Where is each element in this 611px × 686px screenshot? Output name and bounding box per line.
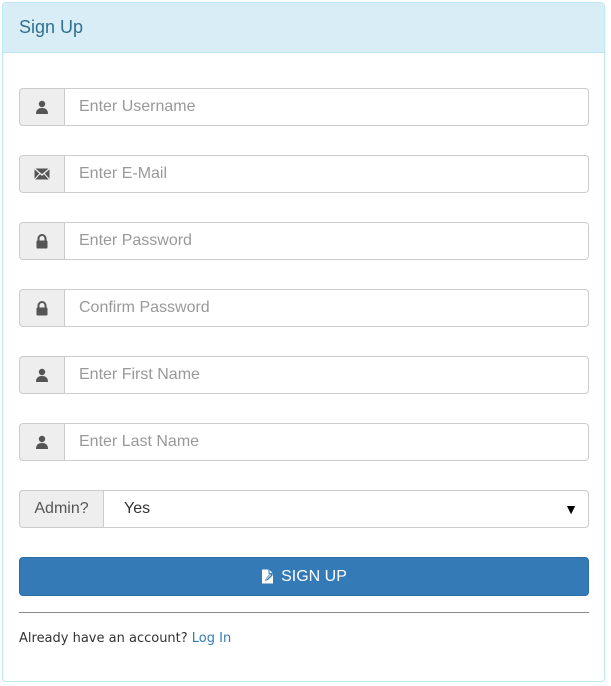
login-prompt-text: Already have an account?	[19, 631, 192, 646]
confirm-password-group	[19, 289, 589, 327]
confirm-password-input[interactable]	[64, 289, 589, 327]
username-input[interactable]	[64, 88, 589, 126]
user-icon	[19, 88, 64, 126]
login-link[interactable]: Log In	[192, 631, 231, 646]
admin-selected-value: Yes	[124, 500, 151, 517]
login-prompt: Already have an account? Log In	[19, 631, 231, 646]
signup-panel: Sign Up Enter Username Enter E-Mail Ente…	[2, 2, 605, 682]
dropdown-arrow-icon: ▼	[564, 501, 578, 517]
username-group	[19, 88, 589, 126]
admin-group: Admin? Yes ▼	[19, 490, 589, 528]
user-icon	[19, 423, 64, 461]
sign-up-button[interactable]: SIGN UP	[19, 557, 589, 596]
first-name-input[interactable]	[64, 356, 589, 394]
last-name-input[interactable]	[64, 423, 589, 461]
envelope-icon	[19, 155, 64, 193]
first-name-group	[19, 356, 589, 394]
email-group	[19, 155, 589, 193]
admin-label: Admin?	[19, 490, 103, 528]
last-name-group	[19, 423, 589, 461]
lock-icon	[19, 289, 64, 327]
sign-up-label: SIGN UP	[281, 567, 347, 585]
admin-select[interactable]: Yes ▼	[103, 490, 589, 528]
password-input[interactable]	[64, 222, 589, 260]
divider	[19, 612, 589, 613]
lock-icon	[19, 222, 64, 260]
user-icon	[19, 356, 64, 394]
panel-heading: Sign Up	[3, 3, 604, 53]
panel-title: Sign Up	[19, 17, 84, 37]
password-group	[19, 222, 589, 260]
edit-icon	[261, 569, 275, 584]
email-input[interactable]	[64, 155, 589, 193]
